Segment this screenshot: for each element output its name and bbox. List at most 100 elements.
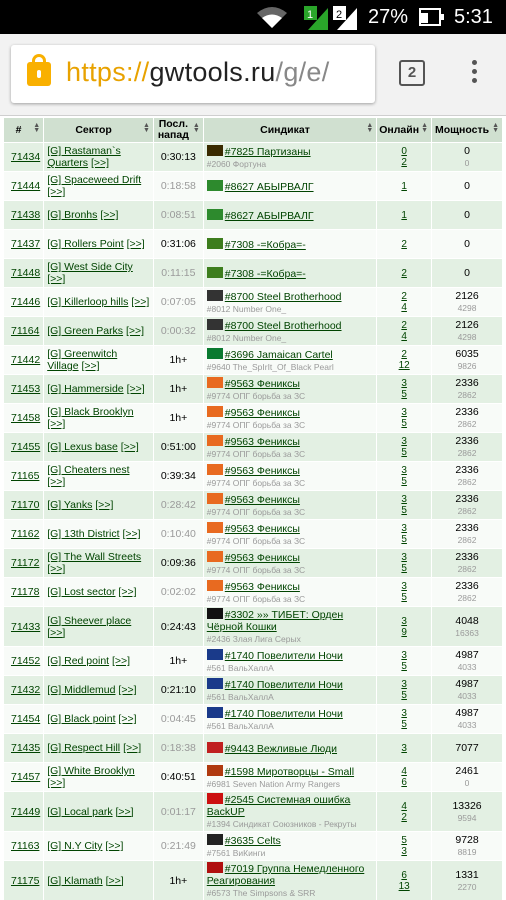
online-total-link[interactable]: 12	[399, 360, 410, 371]
ally-syndicate-link[interactable]: #9774 ОПГ борьба за ЗС	[207, 420, 305, 430]
online-count-link[interactable]: 3	[401, 650, 407, 661]
sector-name-link[interactable]: [G] Cheaters nest	[47, 464, 129, 476]
sector-id-link[interactable]: 71454	[11, 713, 40, 725]
sector-id-link[interactable]: 71172	[11, 557, 39, 569]
online-count-link[interactable]: 3	[401, 679, 407, 690]
online-total-link[interactable]: 5	[401, 534, 407, 545]
sector-id-link[interactable]: 71163	[11, 840, 39, 852]
sector-name-link[interactable]: [G] Black point	[47, 713, 115, 725]
syndicate-link[interactable]: #8627 АБЫРВАЛГ	[225, 210, 314, 222]
sector-name-link[interactable]: [G] Lost sector	[47, 586, 115, 598]
sector-more-link[interactable]: [>>]	[47, 418, 65, 430]
syndicate-link[interactable]: #9443 Вежливые Люди	[225, 743, 337, 755]
syndicate-link[interactable]: #7308 -=Кобра=-	[225, 268, 306, 280]
sector-name-link[interactable]: [G] The Wall Streets	[47, 551, 141, 563]
online-count-link[interactable]: 6	[401, 870, 407, 881]
sector-more-link[interactable]: [>>]	[100, 209, 118, 221]
syndicate-link[interactable]: #9563 Фениксы	[225, 407, 300, 419]
ally-syndicate-link[interactable]: #9774 ОПГ борьба за ЗС	[207, 478, 305, 488]
syndicate-link[interactable]: #3635 Celts	[225, 835, 281, 847]
online-count-link[interactable]: 3	[401, 708, 407, 719]
sector-more-link[interactable]: [>>]	[131, 296, 149, 308]
sector-more-link[interactable]: [>>]	[118, 586, 136, 598]
sector-name-link[interactable]: [G] Sheever place	[47, 615, 131, 627]
online-total-link[interactable]: 5	[401, 447, 407, 458]
ally-syndicate-link[interactable]: #6981 Seven Nation Army Rangers	[207, 779, 340, 789]
ally-syndicate-link[interactable]: #9640 The_SpIrIt_Of_Black Pearl	[207, 362, 334, 372]
sector-id-link[interactable]: 71442	[11, 354, 40, 366]
overflow-menu-icon[interactable]	[468, 60, 480, 90]
sector-id-link[interactable]: 71178	[11, 586, 39, 598]
sector-more-link[interactable]: [>>]	[123, 742, 141, 754]
syndicate-link[interactable]: #7019 Группа Немедленного Реагирования	[207, 863, 365, 887]
sector-id-link[interactable]: 71433	[11, 621, 40, 633]
online-count-link[interactable]: 3	[401, 523, 407, 534]
online-count-link[interactable]: 3	[401, 494, 407, 505]
sector-id-link[interactable]: 71432	[11, 684, 40, 696]
syndicate-link[interactable]: #1598 Миротворцы - Small	[225, 766, 354, 778]
online-total-link[interactable]: 5	[401, 563, 407, 574]
sector-id-link[interactable]: 71175	[11, 875, 39, 887]
online-total-link[interactable]: 5	[401, 690, 407, 701]
sector-id-link[interactable]: 71164	[11, 325, 39, 337]
sector-id-link[interactable]: 71434	[11, 151, 40, 163]
ally-syndicate-link[interactable]: #9774 ОПГ борьба за ЗС	[207, 536, 305, 546]
syndicate-link[interactable]: #8700 Steel Brotherhood	[225, 291, 342, 303]
syndicate-link[interactable]: #3696 Jamaican Cartel	[225, 349, 333, 361]
ally-syndicate-link[interactable]: #8012 Number One_	[207, 304, 286, 314]
sector-more-link[interactable]: [>>]	[127, 238, 145, 250]
sector-id-link[interactable]: 71170	[11, 499, 39, 511]
sector-name-link[interactable]: [G] White Brooklyn	[47, 765, 135, 777]
online-count-link[interactable]: 3	[401, 407, 407, 418]
sector-name-link[interactable]: [G] Spaceweed Drift	[47, 174, 141, 186]
sector-more-link[interactable]: [>>]	[106, 875, 124, 887]
sector-more-link[interactable]: [>>]	[47, 777, 65, 789]
col-header-online[interactable]: Онлайн ▲ ▼	[377, 118, 432, 142]
online-total-link[interactable]: 5	[401, 476, 407, 487]
sector-name-link[interactable]: [G] Klamath	[47, 875, 102, 887]
ally-syndicate-link[interactable]: #8012 Number One_	[207, 333, 286, 343]
sector-more-link[interactable]: [>>]	[47, 186, 65, 198]
sector-name-link[interactable]: [G] Yanks	[47, 499, 92, 511]
online-count-link[interactable]: 5	[401, 835, 407, 846]
sector-id-link[interactable]: 71438	[11, 209, 40, 221]
col-header-power[interactable]: Мощность ▲ ▼	[432, 118, 502, 142]
online-count-link[interactable]: 3	[401, 378, 407, 389]
sector-more-link[interactable]: [>>]	[47, 627, 65, 639]
online-count-link[interactable]: 2	[401, 291, 407, 302]
online-count-link[interactable]: 1	[401, 181, 407, 192]
sector-name-link[interactable]: [G] Red point	[47, 655, 109, 667]
sector-name-link[interactable]: [G] Bronhs	[47, 209, 97, 221]
sector-more-link[interactable]: [>>]	[126, 325, 144, 337]
sector-name-link[interactable]: [G] N.Y City	[47, 840, 102, 852]
sector-more-link[interactable]: [>>]	[118, 684, 136, 696]
syndicate-link[interactable]: #1740 Повелители Ночи	[225, 650, 343, 662]
sector-more-link[interactable]: [>>]	[116, 806, 134, 818]
sector-id-link[interactable]: 71437	[11, 238, 40, 250]
ally-syndicate-link[interactable]: #9774 ОПГ борьба за ЗС	[207, 507, 305, 517]
online-total-link[interactable]: 9	[401, 627, 407, 638]
sector-more-link[interactable]: [>>]	[112, 655, 130, 667]
online-count-link[interactable]: 3	[401, 436, 407, 447]
online-total-link[interactable]: 3	[401, 846, 407, 857]
ally-syndicate-link[interactable]: #9774 ОПГ борьба за ЗС	[207, 565, 305, 575]
online-count-link[interactable]: 3	[401, 552, 407, 563]
sector-more-link[interactable]: [>>]	[118, 713, 136, 725]
sector-name-link[interactable]: [G] Lexus base	[47, 441, 118, 453]
col-header-last-attack[interactable]: Посл. напад ▲ ▼	[153, 118, 203, 142]
ally-syndicate-link[interactable]: #561 ВальХаллА	[207, 663, 274, 673]
syndicate-link[interactable]: #7825 Партизаны	[225, 146, 311, 158]
ally-syndicate-link[interactable]: #9774 ОПГ борьба за ЗС	[207, 449, 305, 459]
online-count-link[interactable]: 2	[401, 320, 407, 331]
ally-syndicate-link[interactable]: #9774 ОПГ борьба за ЗС	[207, 391, 305, 401]
syndicate-link[interactable]: #7308 -=Кобра=-	[225, 239, 306, 251]
online-count-link[interactable]: 2	[401, 349, 407, 360]
sector-name-link[interactable]: [G] Rollers Point	[47, 238, 123, 250]
syndicate-link[interactable]: #2545 Системная ошибка BackUP	[207, 794, 351, 818]
sector-id-link[interactable]: 71435	[11, 742, 40, 754]
sector-name-link[interactable]: [G] Hammerside	[47, 383, 123, 395]
syndicate-link[interactable]: #8627 АБЫРВАЛГ	[225, 181, 314, 193]
col-header-syndicate[interactable]: Синдикат ▲ ▼	[203, 118, 377, 142]
sector-id-link[interactable]: 71162	[11, 528, 39, 540]
online-total-link[interactable]: 5	[401, 418, 407, 429]
